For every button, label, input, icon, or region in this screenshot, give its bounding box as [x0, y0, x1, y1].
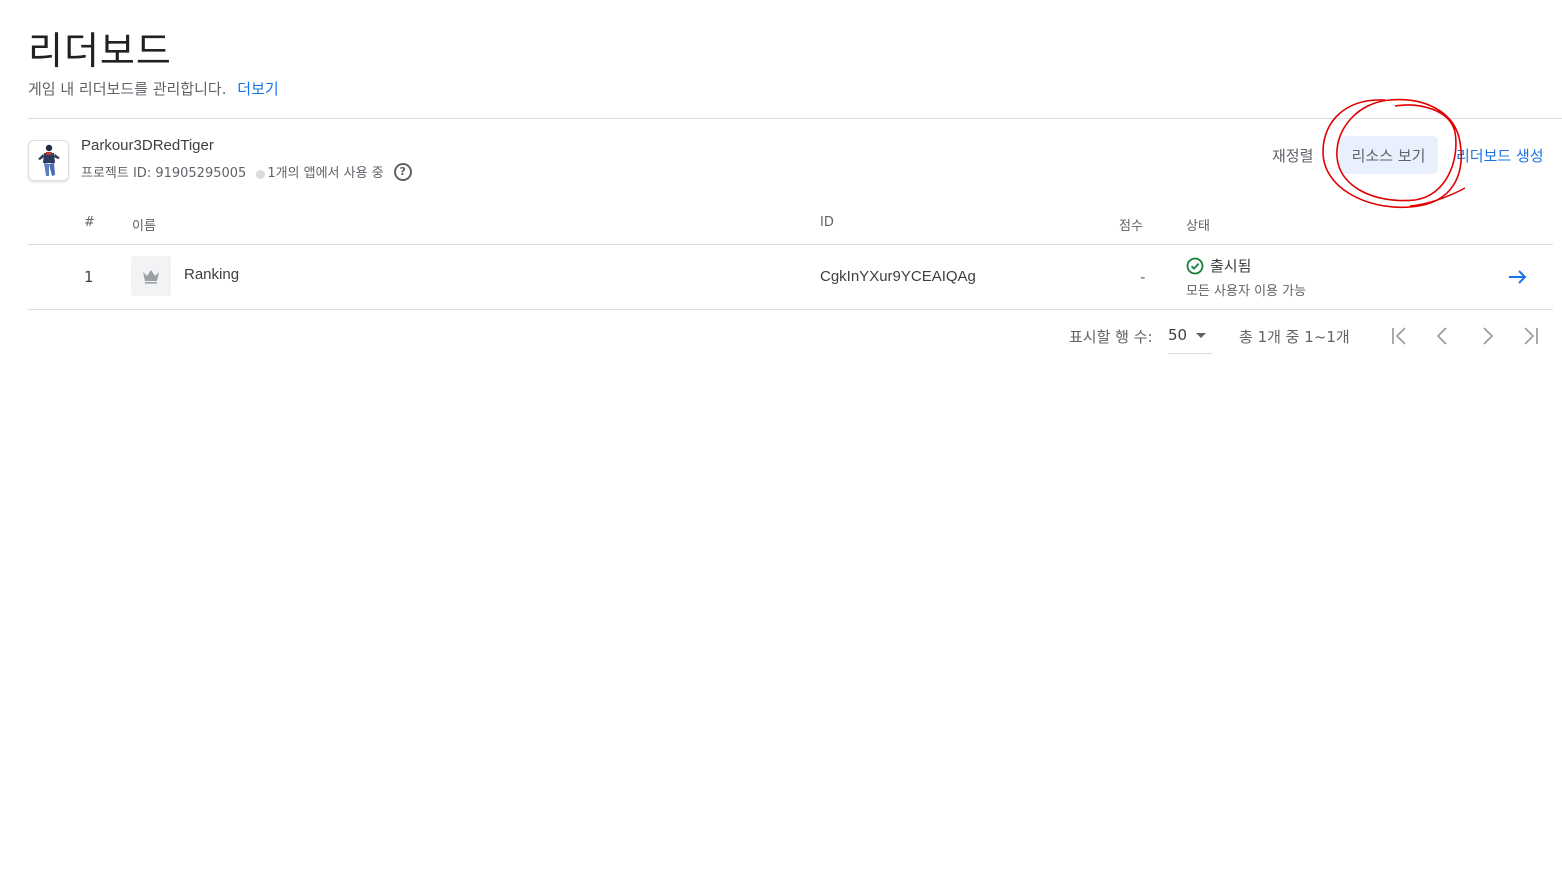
rows-per-page-label: 표시할 행 수: [1069, 328, 1153, 346]
project-apps-usage: 1개의 앱에서 사용 중 [267, 166, 384, 181]
chevron-left-icon[interactable] [1429, 322, 1457, 350]
rows-per-page-value: 50 [1168, 326, 1188, 344]
chevron-right-icon[interactable] [1473, 322, 1501, 350]
check-circle-icon [1186, 257, 1204, 274]
project-name: Parkour3DRedTiger [81, 137, 214, 154]
project-meta: 프로젝트 ID: 91905295005 1개의 앱에서 사용 중 ? [81, 162, 412, 181]
status-dot [256, 170, 266, 179]
pagination-range: 총 1개 중 1~1개 [1239, 328, 1350, 346]
last-page-icon[interactable] [1517, 322, 1545, 350]
crown-icon [131, 256, 171, 296]
reorder-button[interactable]: 재정렬 [1264, 136, 1321, 174]
row-score: - [1140, 268, 1146, 286]
rows-per-page-select[interactable]: 50 [1168, 322, 1212, 354]
help-circle-icon[interactable]: ? [393, 162, 412, 181]
create-leaderboard-button[interactable]: 리더보드 생성 [1456, 136, 1544, 174]
project-id: 프로젝트 ID: 91905295005 [81, 166, 247, 181]
column-header-index: # [84, 215, 95, 230]
learn-more-link[interactable]: 더보기 [237, 80, 278, 98]
row-status-label: 출시됨 [1210, 257, 1252, 275]
page-subtitle: 게임 내 리더보드를 관리합니다. 더보기 [28, 78, 279, 99]
column-header-name: 이름 [132, 219, 156, 234]
row-name: Ranking [184, 266, 240, 283]
row-status: 출시됨 [1186, 255, 1251, 276]
row-index: 1 [84, 268, 94, 286]
row-id: CgkInYXur9YCEAIQAg [820, 268, 976, 285]
view-resources-button[interactable]: 리소스 보기 [1339, 136, 1438, 174]
column-header-score[interactable]: 점수 [1119, 215, 1143, 234]
column-header-id: ID [820, 215, 834, 230]
arrow-right-icon[interactable] [1504, 263, 1532, 291]
caret-down-icon [1196, 333, 1207, 338]
table-row[interactable]: 1 Ranking CgkInYXur9YCEAIQAg - 출시됨 모든 사용… [28, 245, 1553, 309]
subtitle-text: 게임 내 리더보드를 관리합니다. [28, 80, 227, 98]
column-header-status: 상태 [1186, 219, 1210, 234]
row-status-detail: 모든 사용자 이용 가능 [1186, 284, 1307, 299]
page-title: 리더보드 [28, 29, 172, 73]
header-divider [28, 118, 1562, 119]
first-page-icon[interactable] [1385, 322, 1413, 350]
runner-avatar-icon [28, 140, 69, 181]
table-row-divider [28, 309, 1553, 310]
